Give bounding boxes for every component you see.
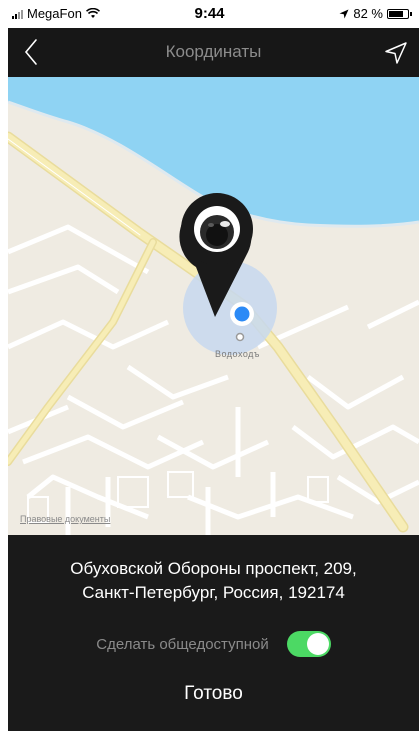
poi-label: Водоходъ — [215, 349, 260, 359]
address-line-1: Обуховской Обороны проспект, 209, — [70, 559, 357, 578]
public-toggle-label: Сделать общедоступной — [96, 635, 269, 653]
bottom-panel: Обуховской Обороны проспект, 209, Санкт-… — [8, 535, 419, 731]
address-line-2: Санкт-Петербург, Россия, 192174 — [82, 583, 345, 602]
page-title: Координаты — [165, 42, 262, 61]
legal-documents-link[interactable]: Правовые документы — [20, 514, 110, 524]
battery-fill — [389, 10, 403, 17]
map-view[interactable]: Водоходъ Правовые документы — [8, 77, 419, 535]
location-services-icon — [339, 9, 349, 18]
toggle-knob — [306, 633, 329, 655]
public-toggle-row: Сделать общедоступной — [8, 629, 419, 659]
public-toggle-switch[interactable] — [286, 631, 331, 657]
poi-marker — [235, 332, 245, 342]
done-button[interactable]: Готово — [8, 683, 419, 705]
location-arrow-icon[interactable] — [383, 40, 409, 66]
battery-percent: 82 % — [353, 6, 383, 21]
navigation-bar: Координаты — [8, 28, 419, 77]
user-location-dot — [234, 306, 250, 322]
status-right: 82 % — [339, 6, 412, 21]
battery-icon — [387, 8, 412, 19]
map-canvas — [8, 77, 419, 535]
screen: MegaFon 9:44 82 % Координаты Водоходъ Пр… — [0, 0, 419, 731]
address-text: Обуховской Обороны проспект, 209, Санкт-… — [8, 557, 419, 605]
status-bar: MegaFon 9:44 82 % — [0, 0, 419, 28]
